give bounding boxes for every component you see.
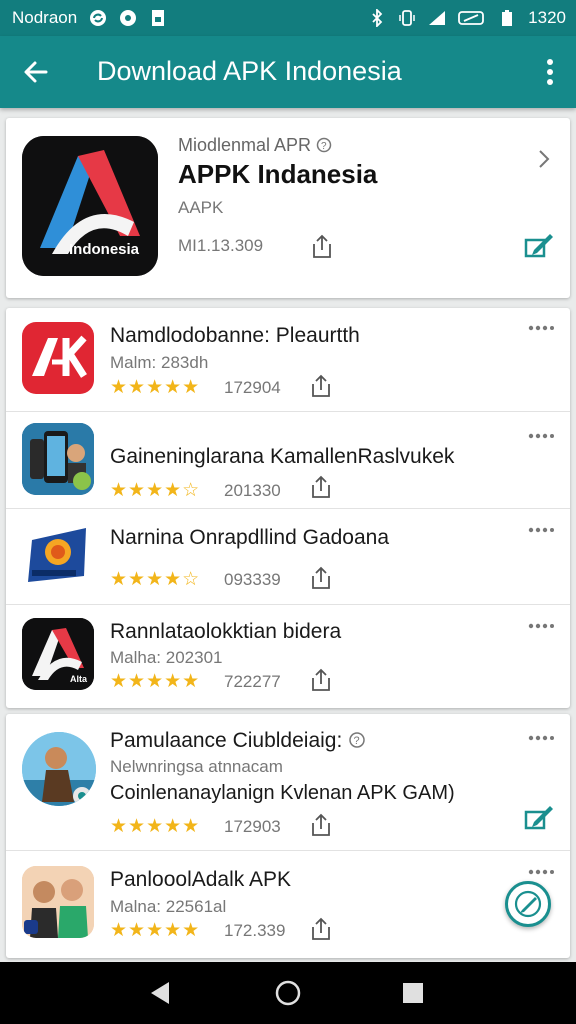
app-title: Narnina Onrapdllind Gadoana xyxy=(110,526,390,549)
record-icon xyxy=(120,10,137,26)
apk-logo-icon: Alta xyxy=(22,618,94,690)
list-item[interactable]: Namdlodobanne: Pleaurtth Malm: 283dh ★★★… xyxy=(6,308,570,412)
chevron-right-icon[interactable] xyxy=(536,148,552,170)
app-title: Pamulaance Ciubldeiaig: ? xyxy=(110,729,366,753)
app-title: Namdlodobanne: Pleaurtth xyxy=(110,324,360,347)
sync-icon xyxy=(90,10,107,26)
status-bar: Nodraon 1320 xyxy=(0,0,576,36)
rating-stars: ★★★★★ xyxy=(110,920,201,941)
app-title: Gaineninglarana KamallenRaslvukek xyxy=(110,445,455,468)
download-count: 093339 xyxy=(224,570,281,589)
app-bar: Download APK Indonesia xyxy=(0,36,576,108)
featured-subtitle: Miodlenmal APR ? xyxy=(178,135,332,156)
more-horizontal-icon[interactable] xyxy=(528,622,554,630)
battery-icon xyxy=(502,10,513,26)
app-subtitle: Malha: 202301 xyxy=(110,648,223,667)
share-icon[interactable] xyxy=(311,566,331,590)
arrow-left-icon[interactable] xyxy=(18,54,54,90)
list-item[interactable]: PanlooolAdalk APK Malna: 22561al ★★★★★ 1… xyxy=(6,850,570,958)
nav-back-icon[interactable] xyxy=(145,978,175,1008)
bluetooth-icon xyxy=(372,9,383,27)
list-item[interactable]: Narnina Onrapdllind Gadoana ★★★★☆ 093339 xyxy=(6,508,570,605)
download-count: 172903 xyxy=(224,817,281,836)
rating-stars: ★★★★☆ xyxy=(110,569,201,590)
more-vertical-icon[interactable] xyxy=(538,56,562,88)
app-icon xyxy=(22,322,94,394)
app-title: Rannlataolokktian bidera xyxy=(110,620,342,643)
rating-stars: ★★★★★ xyxy=(110,671,201,692)
app-subtitle: Nelwnringsa atnnacam xyxy=(110,757,283,776)
logo-text: Indonesia xyxy=(69,241,140,258)
floating-action-button[interactable] xyxy=(505,881,551,927)
flag-logo-icon xyxy=(28,528,86,582)
list-item[interactable]: Pamulaance Ciubldeiaig: ? Nelwnringsa at… xyxy=(6,714,570,851)
edit-install-icon[interactable] xyxy=(524,232,554,260)
more-horizontal-icon[interactable] xyxy=(528,868,554,876)
share-icon[interactable] xyxy=(311,374,331,398)
help-icon: ? xyxy=(316,137,332,153)
app-icon: Indonesia xyxy=(22,136,158,276)
sim-icon xyxy=(152,10,165,26)
app-list: Pamulaance Ciubldeiaig: ? Nelwnringsa at… xyxy=(6,714,570,958)
edit-icon xyxy=(514,890,542,918)
system-nav-bar xyxy=(0,962,576,1024)
ak-logo-icon xyxy=(32,335,87,378)
download-count: 172.339 xyxy=(224,921,286,940)
download-count: 201330 xyxy=(224,481,281,500)
app-icon xyxy=(22,866,94,938)
share-icon[interactable] xyxy=(311,917,331,941)
rating-stars: ★★★★☆ xyxy=(110,480,201,501)
more-horizontal-icon[interactable] xyxy=(528,324,554,332)
app-subtitle: Malm: 283dh xyxy=(110,353,209,372)
app-subtitle: Malna: 22561al xyxy=(110,897,227,916)
clock: 1320 xyxy=(528,8,566,27)
download-count: 722277 xyxy=(224,672,281,691)
download-count: 172904 xyxy=(224,378,281,397)
nav-recents-icon[interactable] xyxy=(398,978,428,1008)
apk-logo-icon: Indonesia xyxy=(22,136,158,276)
rating-stars: ★★★★★ xyxy=(110,816,201,837)
vibrate-icon xyxy=(399,10,415,26)
featured-count: MI1.13.309 xyxy=(178,236,264,255)
list-item[interactable]: Gaineninglarana KamallenRaslvukek ★★★★☆ … xyxy=(6,411,570,509)
more-horizontal-icon[interactable] xyxy=(528,432,554,440)
featured-title: APPK Indanesia xyxy=(178,159,378,189)
nav-home-icon[interactable] xyxy=(273,978,303,1008)
game-avatar-icon xyxy=(22,732,96,806)
app-description: Coinlenanaylanign Kvlenan APK GAM) xyxy=(110,782,455,804)
share-icon[interactable] xyxy=(311,668,331,692)
app-icon xyxy=(22,732,96,806)
phone-app-icon xyxy=(22,423,94,495)
app-title: PanlooolAdalk APK xyxy=(110,868,291,891)
app-icon xyxy=(22,423,94,495)
rating-stars: ★★★★★ xyxy=(110,377,201,398)
help-icon: ? xyxy=(349,732,365,748)
battery-saver-icon xyxy=(458,11,485,25)
svg-text:?: ? xyxy=(321,141,327,152)
logo-badge: Alta xyxy=(70,674,88,684)
list-item[interactable]: Alta Rannlataolokktian bidera Malha: 202… xyxy=(6,604,570,708)
share-icon[interactable] xyxy=(311,233,333,259)
wifi-icon xyxy=(429,11,446,25)
app-list: Namdlodobanne: Pleaurtth Malm: 283dh ★★★… xyxy=(6,308,570,708)
carrier-label: Nodraon xyxy=(12,8,78,27)
app-icon: Alta xyxy=(22,618,94,690)
featured-app-card[interactable]: Indonesia Miodlenmal APR ? APPK Indanesi… xyxy=(6,118,570,298)
more-horizontal-icon[interactable] xyxy=(528,526,554,534)
svg-text:?: ? xyxy=(354,735,360,747)
app-icon xyxy=(22,518,94,590)
share-icon[interactable] xyxy=(311,475,331,499)
page-title: Download APK Indonesia xyxy=(97,56,402,86)
share-icon[interactable] xyxy=(311,813,331,837)
more-horizontal-icon[interactable] xyxy=(528,734,554,742)
photo-app-icon xyxy=(22,866,94,938)
featured-tag: AAPK xyxy=(178,198,224,217)
edit-install-icon[interactable] xyxy=(524,804,554,832)
